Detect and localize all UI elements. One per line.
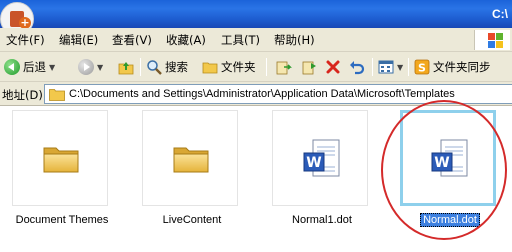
search-icon xyxy=(147,60,162,75)
menu-file[interactable]: 文件(F) xyxy=(6,32,45,48)
dropdown-arrow-icon[interactable]: ▼ xyxy=(97,63,103,72)
move-to-icon xyxy=(276,61,292,75)
folders-icon xyxy=(202,62,218,74)
dropdown-arrow-icon[interactable]: ▼ xyxy=(397,63,403,72)
delete-icon xyxy=(326,60,340,74)
back-arrow-icon xyxy=(4,59,20,75)
menu-tools[interactable]: 工具(T) xyxy=(221,32,260,48)
menu-view[interactable]: 查看(V) xyxy=(112,32,152,48)
views-button[interactable]: ▼ xyxy=(378,57,403,77)
copy-to-icon xyxy=(302,61,316,75)
toolbar: 后退 ▼ ▼ 搜索 文件夹 ▼ S 文件夹同步 xyxy=(0,52,512,82)
folder-sync-label: 文件夹同步 xyxy=(433,60,491,74)
back-button[interactable]: 后退 ▼ xyxy=(4,57,55,77)
windows-logo-icon xyxy=(474,30,510,50)
svg-text:W: W xyxy=(306,155,321,171)
file-item-livecontent[interactable]: LiveContent xyxy=(138,110,238,238)
folder-icon xyxy=(49,89,65,101)
svg-text:S: S xyxy=(418,62,426,75)
file-name: Document Themes xyxy=(15,214,109,226)
back-label: 后退 xyxy=(23,60,46,74)
folders-button[interactable]: 文件夹 xyxy=(202,57,256,77)
word-document-icon: W xyxy=(303,139,340,177)
menu-edit[interactable]: 编辑(E) xyxy=(59,32,98,48)
title-bar: C:\ xyxy=(0,0,512,28)
highlight-circle xyxy=(381,100,507,240)
search-button[interactable]: 搜索 xyxy=(146,57,188,77)
undo-button[interactable] xyxy=(349,57,365,77)
dropdown-arrow-icon[interactable]: ▼ xyxy=(49,63,55,72)
window-title: C:\ xyxy=(492,7,508,21)
undo-icon xyxy=(350,61,365,75)
menu-bar: 文件(F) 编辑(E) 查看(V) 收藏(A) 工具(T) 帮助(H) xyxy=(0,28,512,52)
folder-sync-icon: S xyxy=(414,59,430,75)
delete-button[interactable] xyxy=(325,57,341,77)
file-item-document-themes[interactable]: Document Themes xyxy=(8,110,108,238)
up-folder-icon xyxy=(118,62,134,75)
views-icon xyxy=(378,60,394,74)
file-name: Normal1.dot xyxy=(292,214,352,226)
file-item-normal1-dot[interactable]: W Normal1.dot xyxy=(268,110,368,238)
file-name: LiveContent xyxy=(162,214,222,226)
folder-icon xyxy=(43,147,79,173)
folder-sync-button[interactable]: S 文件夹同步 xyxy=(414,57,491,77)
search-label: 搜索 xyxy=(165,60,188,74)
file-thumbnail[interactable] xyxy=(142,110,238,206)
file-thumbnail[interactable]: W xyxy=(272,110,368,206)
copy-to-button[interactable] xyxy=(302,57,318,77)
address-path: C:\Documents and Settings\Administrator\… xyxy=(69,88,455,100)
forward-arrow-icon xyxy=(78,59,94,75)
folders-label: 文件夹 xyxy=(221,60,256,74)
menu-help[interactable]: 帮助(H) xyxy=(274,32,315,48)
menu-favorites[interactable]: 收藏(A) xyxy=(166,32,206,48)
forward-button[interactable]: ▼ xyxy=(78,57,103,77)
folder-icon xyxy=(173,147,209,173)
address-label: 地址(D) xyxy=(2,88,43,102)
up-folder-button[interactable] xyxy=(118,57,134,77)
move-to-button[interactable] xyxy=(276,57,292,77)
file-thumbnail[interactable] xyxy=(12,110,108,206)
